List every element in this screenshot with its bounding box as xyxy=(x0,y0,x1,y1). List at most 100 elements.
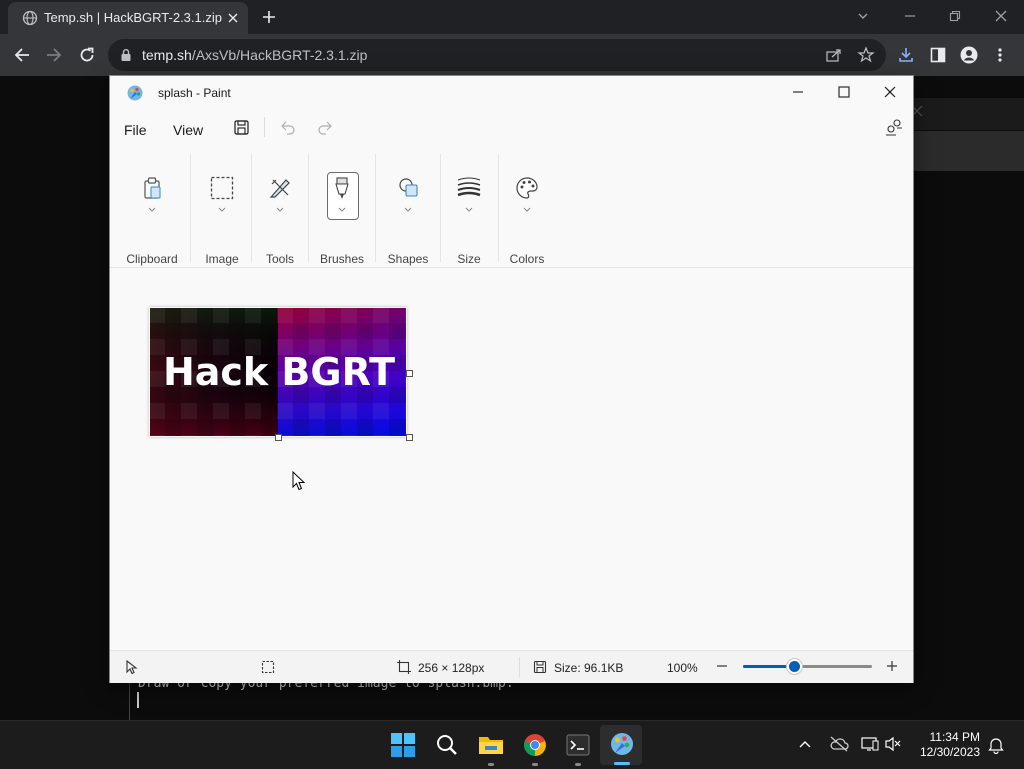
resize-handle-right[interactable] xyxy=(406,370,413,377)
chrome-running-indicator xyxy=(532,763,538,766)
back-icon[interactable] xyxy=(12,46,32,64)
colors-group[interactable]: Colors xyxy=(502,148,552,278)
zoom-out-icon[interactable] xyxy=(716,660,728,672)
line-size-icon xyxy=(457,176,481,198)
system-clock[interactable]: 11:34 PM 12/30/2023 xyxy=(920,730,980,760)
redo-icon[interactable] xyxy=(317,118,335,135)
image-canvas[interactable]: Hack BGRT xyxy=(149,307,407,437)
close-tab-icon[interactable] xyxy=(226,11,240,25)
share-icon[interactable] xyxy=(825,47,843,63)
reload-icon[interactable] xyxy=(77,45,97,65)
background-window-titlebar xyxy=(913,98,1024,130)
paint-maximize-icon[interactable] xyxy=(836,84,852,100)
resize-handle-corner[interactable] xyxy=(406,434,413,441)
clipboard-icon xyxy=(142,176,162,200)
clock-date: 12/30/2023 xyxy=(919,745,980,759)
profile-icon[interactable] xyxy=(960,46,978,64)
search-icon[interactable] xyxy=(435,733,459,757)
save-icon[interactable] xyxy=(233,119,250,136)
clock-time: 11:34 PM xyxy=(929,730,980,744)
tab-search-icon[interactable] xyxy=(855,8,871,24)
ribbon-divider xyxy=(308,154,309,262)
shapes-group[interactable]: Shapes xyxy=(380,148,436,278)
paint-close-icon[interactable] xyxy=(882,84,898,100)
onedrive-icon[interactable] xyxy=(829,736,849,752)
selection-size-icon xyxy=(261,660,275,674)
volume-muted-icon[interactable] xyxy=(884,736,902,752)
tab-title: Temp.sh | HackBGRT-2.3.1.zip xyxy=(44,10,222,25)
ribbon-divider xyxy=(251,154,252,262)
taskbar: 11:34 PM 12/30/2023 xyxy=(0,720,1024,769)
show-hidden-icons-icon[interactable] xyxy=(798,738,812,750)
url-path: /AxsVb/HackBGRT-2.3.1.zip xyxy=(191,47,368,63)
paint-window: splash - Paint File View Clipboard Image xyxy=(110,76,913,683)
chrome-icon[interactable] xyxy=(523,733,547,757)
status-bar: 256 × 128px Size: 96.1KB 100% xyxy=(110,650,913,683)
restore-browser-icon[interactable] xyxy=(947,8,963,24)
brush-icon xyxy=(332,176,352,200)
brushes-group[interactable]: Brushes xyxy=(314,148,370,278)
shapes-icon xyxy=(397,176,421,200)
view-menu[interactable]: View xyxy=(173,122,203,138)
start-windows-icon[interactable] xyxy=(391,733,415,757)
brushes-label: Brushes xyxy=(319,252,365,266)
canvas-area[interactable]: Hack BGRT xyxy=(110,268,913,650)
clipboard-group[interactable]: Clipboard xyxy=(120,148,184,278)
paint-app-icon xyxy=(126,84,144,102)
close-browser-icon[interactable] xyxy=(993,8,1009,24)
color-palette-icon xyxy=(515,176,539,200)
size-group[interactable]: Size xyxy=(444,148,494,278)
copilot-icon[interactable] xyxy=(884,118,904,136)
explorer-running-indicator xyxy=(488,763,494,766)
canvas-dimensions: 256 × 128px xyxy=(418,661,485,675)
paint-minimize-icon[interactable] xyxy=(790,84,806,100)
url-host: temp.sh xyxy=(142,47,192,63)
file-explorer-icon[interactable] xyxy=(478,734,504,756)
terminal-icon[interactable] xyxy=(566,734,590,756)
pointer-position-icon xyxy=(125,659,139,675)
paint-active-indicator xyxy=(614,762,630,765)
ribbon-divider xyxy=(440,154,441,262)
tools-label: Tools xyxy=(265,252,294,266)
terminal-cursor xyxy=(137,692,139,708)
file-menu[interactable]: File xyxy=(124,122,147,138)
menu-divider xyxy=(264,117,265,137)
size-label: Size xyxy=(457,252,481,266)
file-size-icon xyxy=(533,660,547,674)
minimize-browser-icon[interactable] xyxy=(902,8,918,24)
paint-taskbar-icon[interactable] xyxy=(609,731,635,757)
paint-window-title: splash - Paint xyxy=(158,86,231,100)
lock-icon[interactable] xyxy=(120,48,132,62)
terminal-divider xyxy=(129,680,130,720)
file-size: Size: 96.1KB xyxy=(554,661,624,675)
display-icon[interactable] xyxy=(860,736,880,752)
browser-tab[interactable]: Temp.sh | HackBGRT-2.3.1.zip xyxy=(8,2,248,34)
undo-icon[interactable] xyxy=(278,118,296,135)
globe-icon xyxy=(22,10,38,26)
side-panel-icon[interactable] xyxy=(929,46,947,64)
clipboard-label: Clipboard xyxy=(126,252,178,266)
zoom-slider-track[interactable] xyxy=(743,661,872,672)
mouse-cursor-icon xyxy=(292,471,306,491)
ribbon-divider xyxy=(190,154,191,262)
tools-group[interactable]: Tools xyxy=(256,148,304,278)
tools-pencil-icon xyxy=(268,176,292,200)
resize-handle-bottom[interactable] xyxy=(275,434,282,441)
download-icon[interactable] xyxy=(897,46,915,64)
more-menu-icon[interactable] xyxy=(996,46,1004,64)
url-text[interactable]: temp.sh/AxsVb/HackBGRT-2.3.1.zip xyxy=(142,47,367,63)
shapes-label: Shapes xyxy=(387,252,429,266)
new-tab-icon[interactable] xyxy=(261,9,277,25)
background-window-tabstrip xyxy=(913,131,1024,171)
image-group[interactable]: Image xyxy=(194,148,250,278)
zoom-slider-thumb[interactable] xyxy=(789,661,801,672)
zoom-in-icon[interactable] xyxy=(886,660,898,672)
bookmark-star-icon[interactable] xyxy=(857,46,875,64)
zoom-level: 100% xyxy=(667,661,698,675)
image-label: Image xyxy=(205,252,239,266)
notifications-bell-icon[interactable] xyxy=(988,736,1004,754)
canvas-size-icon xyxy=(397,660,411,674)
forward-icon[interactable] xyxy=(44,46,64,64)
terminal-running-indicator xyxy=(575,763,581,766)
colors-label: Colors xyxy=(509,252,545,266)
